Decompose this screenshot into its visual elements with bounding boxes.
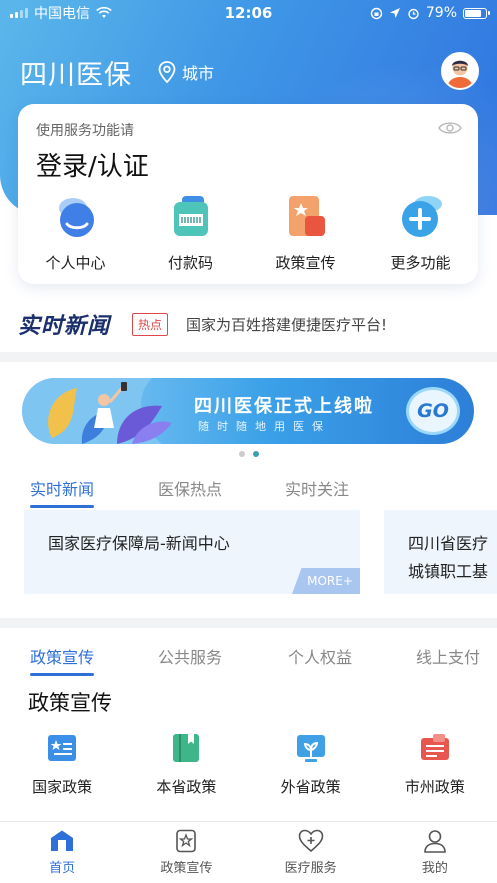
policy-grid: 国家政策 本省政策 外省政策 市州政策 (0, 732, 497, 797)
service-tabs: 政策宣传 公共服务 个人权益 线上支付 (0, 638, 497, 676)
news-card-title: 国家医疗保障局-新闻中心 (48, 534, 230, 553)
quick-action-payment-code[interactable]: 付款码 (133, 194, 248, 273)
alarm-icon (408, 8, 419, 19)
banner-subtitle: 随时随地用医保 (198, 420, 331, 433)
carousel-dot[interactable] (238, 451, 245, 457)
person-icon (58, 198, 94, 237)
policy-item-label: 市州政策 (404, 778, 465, 796)
location-arrow-icon (389, 8, 400, 18)
login-card[interactable]: 使用服务功能请 登录/认证 个人中心 付款码 政策宣传 更多功能 (18, 104, 478, 284)
policy-promo-icon (288, 196, 325, 236)
policy-item-other-province[interactable]: 外省政策 (249, 732, 373, 797)
app-screen: 中国电信 12:06 79% 四川医保 城市 使用服务功能请 登录/认证 个人中… (0, 0, 497, 883)
policy-item-label: 外省政策 (280, 778, 341, 796)
city-label: 城市 (182, 64, 215, 83)
more-button[interactable]: MORE+ (292, 568, 360, 594)
city-selector[interactable]: 城市 (158, 60, 214, 84)
lock-rotation-icon (370, 7, 383, 19)
nav-policy[interactable]: 政策宣传 (124, 822, 248, 883)
login-title[interactable]: 登录/认证 (36, 146, 149, 183)
carousel-indicator (0, 451, 497, 457)
plus-icon (401, 196, 442, 237)
policy-item-national[interactable]: 国家政策 (0, 732, 124, 797)
quick-action-personal-center[interactable]: 个人中心 (18, 194, 133, 273)
title-bar: 四川医保 城市 (20, 52, 479, 92)
tab-personal-rights[interactable]: 个人权益 (288, 644, 352, 668)
quick-action-label: 更多功能 (390, 254, 451, 272)
news-ticker[interactable]: 实时新闻 热点 国家为百姓搭建便捷医疗平台! (0, 300, 497, 348)
tab-realtime-news[interactable]: 实时新闻 (30, 476, 95, 508)
carousel-dot-active[interactable] (252, 451, 259, 457)
app-title: 四川医保 (20, 59, 132, 91)
star-icon (176, 829, 197, 853)
eye-icon[interactable] (438, 120, 462, 136)
news-card-subtitle: 城镇职工基 (408, 562, 489, 581)
nav-home[interactable]: 首页 (0, 822, 124, 883)
nav-mine[interactable]: 我的 (373, 822, 497, 883)
promo-banner[interactable]: 四川医保正式上线啦 随时随地用医保 GO (22, 378, 474, 444)
quick-action-label: 个人中心 (45, 254, 106, 272)
quick-action-policy-promo[interactable]: 政策宣传 (248, 194, 363, 273)
avatar[interactable] (441, 52, 479, 90)
quick-action-more[interactable]: 更多功能 (363, 194, 478, 273)
bottom-nav: 首页 政策宣传 医疗服务 我的 (0, 821, 497, 883)
nav-label: 政策宣传 (160, 861, 213, 876)
payment-code-icon (173, 196, 208, 236)
banner-illustration (22, 378, 172, 444)
quick-action-label: 付款码 (167, 254, 213, 272)
policy-item-label: 国家政策 (32, 778, 93, 796)
home-icon (51, 830, 74, 851)
banner-title: 四川医保正式上线啦 (194, 396, 374, 417)
other-province-policy-icon (296, 735, 325, 762)
tab-policy-promo[interactable]: 政策宣传 (30, 644, 95, 676)
heart-plus-icon (298, 829, 323, 853)
policy-item-city[interactable]: 市州政策 (373, 732, 497, 797)
tab-realtime-follow[interactable]: 实时关注 (285, 476, 349, 500)
avatar-illustration (443, 54, 477, 88)
tab-online-payment[interactable]: 线上支付 (416, 644, 480, 668)
user-icon (424, 830, 446, 853)
news-cards: 国家医疗保障局-新闻中心 MORE+ 四川省医疗 城镇职工基 (24, 510, 497, 594)
hot-badge: 热点 (132, 312, 169, 336)
go-button[interactable]: GO (406, 387, 460, 435)
news-card[interactable]: 四川省医疗 城镇职工基 (384, 510, 497, 594)
divider (0, 618, 497, 628)
nav-medical[interactable]: 医疗服务 (249, 822, 373, 883)
battery-percent: 79% (425, 5, 457, 21)
nav-label: 首页 (49, 861, 76, 876)
quick-action-label: 政策宣传 (275, 254, 336, 272)
location-pin-icon (158, 61, 176, 83)
ticker-headline[interactable]: 国家为百姓搭建便捷医疗平台! (186, 314, 387, 335)
city-policy-icon (420, 734, 449, 760)
divider (0, 352, 497, 362)
status-bar: 中国电信 12:06 79% (0, 0, 497, 26)
quick-actions: 个人中心 付款码 政策宣传 更多功能 (18, 194, 478, 273)
national-policy-icon (48, 735, 77, 761)
policy-item-provincial[interactable]: 本省政策 (124, 732, 248, 797)
tab-insurance-hot[interactable]: 医保热点 (158, 476, 222, 500)
section-title: 政策宣传 (28, 691, 112, 715)
nav-label: 我的 (421, 861, 448, 876)
battery-icon (463, 7, 490, 19)
provincial-policy-icon (173, 734, 200, 762)
policy-item-label: 本省政策 (156, 778, 217, 796)
nav-label: 医疗服务 (284, 861, 337, 876)
news-card[interactable]: 国家医疗保障局-新闻中心 MORE+ (24, 510, 360, 594)
news-tabs: 实时新闻 医保热点 实时关注 (0, 470, 497, 508)
login-hint: 使用服务功能请 (36, 123, 134, 139)
news-card-title: 四川省医疗 (408, 534, 489, 553)
news-logo: 实时新闻 (18, 314, 111, 339)
tab-public-service[interactable]: 公共服务 (158, 644, 222, 668)
